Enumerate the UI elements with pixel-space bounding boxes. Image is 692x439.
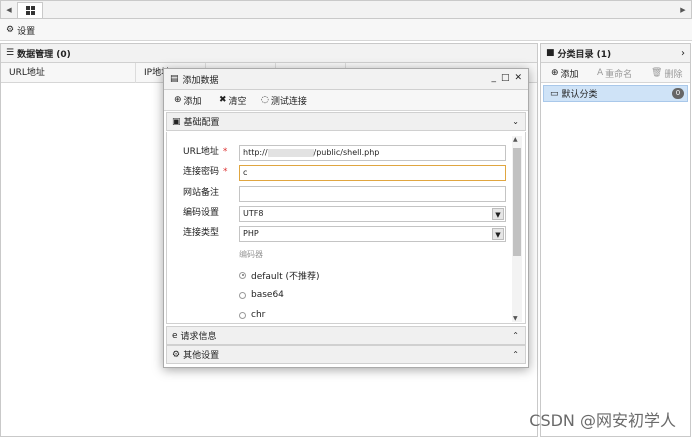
section-request-title: 请求信息 — [180, 332, 217, 342]
encoder-option-label: default (不推荐) — [251, 271, 320, 282]
main-toolbar: ⚙ 设置 — [0, 19, 692, 41]
section-other-title: 其他设置 — [183, 351, 220, 361]
trash-icon: 🗑 — [651, 68, 663, 78]
encoder-option-label: base64 — [251, 290, 284, 300]
section-other-header[interactable]: ⚙ 其他设置 ⌃ — [166, 345, 526, 364]
font-icon: A — [597, 68, 604, 78]
category-panel: ■ 分类目录 (1) › ⊕ 添加 A 重命名 🗑 删除 ▭ 默认分类 0 — [540, 43, 691, 437]
x-icon: ✖ — [219, 95, 227, 105]
encoding-select[interactable]: UTF8 ▼ — [239, 206, 506, 222]
section-request-header[interactable]: e 请求信息 ⌃ — [166, 326, 526, 345]
radio-icon — [239, 271, 246, 279]
folder-icon: ■ — [546, 48, 555, 58]
plus-circle-icon: ⊕ — [551, 68, 559, 78]
chevron-down-icon: ▼ — [492, 228, 504, 240]
gears-icon: ⚙ — [172, 349, 181, 360]
type-label: 连接类型 — [183, 228, 220, 238]
data-panel-header: ☰ 数据管理 (0) — [1, 44, 537, 63]
section-basic-body: URL地址 * http:///public/shell.php 连接密码 * c … — [166, 132, 526, 324]
maximize-icon[interactable]: □ — [501, 73, 510, 83]
dialog-titlebar[interactable]: ▤ 添加数据 _ □ ✕ — [164, 69, 528, 90]
url-label: URL地址 * — [183, 147, 228, 157]
type-value: PHP — [243, 229, 259, 238]
password-label: 连接密码 * — [183, 167, 228, 177]
category-count-badge: 0 — [672, 88, 684, 99]
chevron-up-icon: ⌃ — [512, 331, 519, 340]
dialog-title: 添加数据 — [182, 75, 219, 86]
delete-category-button[interactable]: 🗑 删除 — [651, 66, 682, 80]
scroll-right-icon[interactable]: ▶ — [677, 2, 689, 18]
category-name: 默认分类 — [561, 90, 598, 100]
close-icon[interactable]: ✕ — [514, 73, 522, 83]
encoding-value: UTF8 — [243, 209, 264, 218]
add-data-dialog: ▤ 添加数据 _ □ ✕ ⊕ 添加 ✖ 清空 ◌ 测试连接 ▣ 基础配置 ⌄ U… — [163, 68, 529, 368]
category-toolbar: ⊕ 添加 A 重命名 🗑 删除 — [541, 63, 690, 83]
dialog-toolbar: ⊕ 添加 ✖ 清空 ◌ 测试连接 — [164, 90, 528, 111]
note-input[interactable] — [239, 186, 506, 202]
encoder-option-base64[interactable]: base64 — [239, 288, 284, 302]
category-panel-header: ■ 分类目录 (1) — [541, 44, 690, 63]
tab-dashboard[interactable] — [17, 2, 43, 18]
scroll-left-icon[interactable]: ◀ — [2, 2, 16, 18]
password-input[interactable]: c — [239, 165, 506, 181]
chevron-down-icon: ⌄ — [512, 117, 519, 126]
encoder-option-label: chr — [251, 310, 266, 320]
document-icon: ▣ — [172, 116, 181, 127]
collapse-panel-icon[interactable]: › — [681, 44, 685, 63]
encoder-label: 编码器 — [239, 250, 263, 259]
category-panel-title: 分类目录 (1) — [557, 49, 612, 60]
radio-icon — [239, 291, 246, 299]
window-icon: ▤ — [170, 74, 179, 84]
clear-button[interactable]: ✖ 清空 — [219, 93, 247, 107]
tab-strip: ◀ ▶ — [0, 0, 692, 19]
encoding-label: 编码设置 — [183, 208, 220, 218]
section-basic-title: 基础配置 — [183, 118, 220, 128]
chevron-down-icon: ▼ — [492, 208, 504, 220]
chevron-up-icon: ⌃ — [512, 350, 519, 359]
minimize-icon[interactable]: _ — [491, 73, 496, 83]
encoder-option-default[interactable]: default (不推荐) — [239, 268, 320, 282]
add-button[interactable]: ⊕ 添加 — [174, 93, 202, 107]
section-basic-header[interactable]: ▣ 基础配置 ⌄ — [166, 112, 526, 131]
settings-button[interactable]: ⚙ 设置 — [6, 23, 35, 37]
redacted-host — [267, 148, 314, 157]
globe-icon: e — [172, 330, 178, 341]
test-connection-button[interactable]: ◌ 测试连接 — [261, 93, 307, 107]
type-select[interactable]: PHP ▼ — [239, 226, 506, 242]
url-input[interactable]: http:///public/shell.php — [239, 145, 506, 161]
spinner-icon: ◌ — [261, 95, 269, 105]
test-label: 测试连接 — [270, 96, 307, 107]
data-panel-title: 数据管理 (0) — [17, 49, 71, 60]
add-category-button[interactable]: ⊕ 添加 — [551, 66, 579, 80]
add-label: 添加 — [183, 96, 202, 107]
form-scrollbar[interactable]: ▲ ▼ — [512, 136, 522, 322]
rename-label: 重命名 — [605, 69, 633, 80]
clear-label: 清空 — [228, 96, 247, 107]
window-controls: _ □ ✕ — [491, 73, 522, 83]
settings-label: 设置 — [17, 26, 36, 37]
watermark: CSDN @网安初学人 — [529, 411, 676, 430]
note-label: 网站备注 — [183, 188, 220, 198]
grid-icon — [26, 6, 35, 15]
plus-circle-icon: ⊕ — [174, 95, 182, 105]
category-item[interactable]: ▭ 默认分类 0 — [543, 85, 688, 102]
column-url[interactable]: URL地址 — [1, 63, 136, 83]
scroll-down-icon[interactable]: ▼ — [513, 315, 518, 322]
gear-icon: ⚙ — [6, 25, 15, 35]
rename-category-button[interactable]: A 重命名 — [597, 66, 632, 80]
scroll-thumb[interactable] — [513, 148, 521, 256]
radio-icon — [239, 311, 246, 319]
encoder-option-chr[interactable]: chr — [239, 308, 265, 322]
delete-label: 删除 — [664, 69, 683, 80]
folder-open-icon: ▭ — [550, 88, 559, 99]
scroll-up-icon[interactable]: ▲ — [513, 136, 518, 143]
list-icon: ☰ — [6, 48, 15, 58]
add-label: 添加 — [560, 69, 579, 80]
